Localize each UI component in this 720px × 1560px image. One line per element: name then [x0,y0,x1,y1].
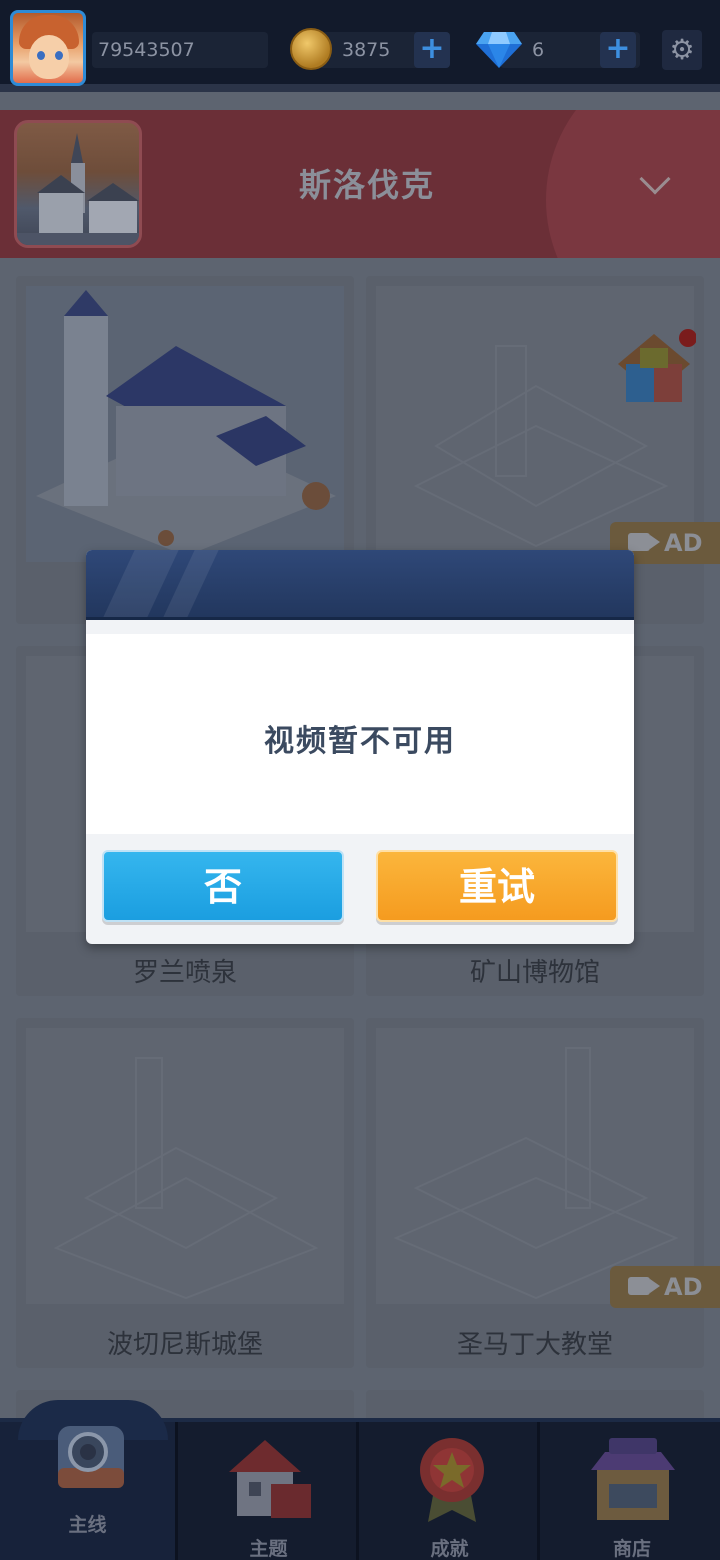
avatar-face [29,35,69,79]
dialog-header [86,550,634,620]
avatar-eye [55,51,63,60]
theme-house-icon [229,1440,311,1518]
level-card[interactable]: 圣马丁大教堂 [366,1018,704,1368]
top-bar: 79543507 3875 + 6 + ⚙ [0,0,720,92]
level-name: 矿山博物馆 [469,958,600,988]
sketch-cathedral-illustration [376,1028,694,1304]
home-nav-icon [58,1426,124,1488]
nav-item-shop[interactable]: 商店 [543,1422,720,1560]
settings-button[interactable]: ⚙ [662,30,702,70]
gem-icon [476,32,522,68]
region-thumbnail [14,120,142,248]
nav-label: 主题 [249,1538,288,1560]
ad-label: AD [664,529,703,557]
avatar[interactable] [10,10,86,86]
ad-badge[interactable]: AD [610,1266,720,1308]
region-title: 斯洛伐克 [298,166,435,204]
nav-item-achievement[interactable]: 成就 [362,1422,540,1560]
nav-item-theme[interactable]: 主题 [181,1422,359,1560]
nav-label: 主线 [68,1514,107,1536]
ad-label: AD [664,1273,703,1301]
nav-label: 成就 [430,1538,469,1560]
level-name: 圣马丁大教堂 [456,1330,613,1360]
blue-church-illustration [26,286,344,562]
achievement-medal-icon [420,1438,484,1522]
level-card[interactable]: 波切尼斯城堡 [16,1018,354,1368]
avatar-eye [37,51,45,60]
region-banner[interactable]: 斯洛伐克 [0,110,720,258]
video-camera-icon [628,533,660,551]
no-button[interactable]: 否 [102,850,344,922]
nav-label: 商店 [612,1538,651,1560]
user-id: 79543507 [92,32,268,68]
nav-item-main[interactable]: 主线 [0,1400,178,1560]
video-camera-icon [628,1277,660,1295]
gem-value: 6 [532,39,545,61]
retry-button[interactable]: 重试 [376,850,618,922]
coin-value: 3875 [342,39,391,61]
video-unavailable-dialog: 视频暂不可用 否 重试 [86,550,634,944]
level-image [26,1028,344,1304]
add-coins-button[interactable]: + [414,32,450,68]
add-gems-button[interactable]: + [600,32,636,68]
gear-icon: ⚙ [669,33,695,66]
coin-icon [290,28,332,70]
dialog-body: 视频暂不可用 [86,634,634,834]
level-image [376,1028,694,1304]
level-image [26,286,344,562]
level-name: 罗兰喷泉 [132,958,237,988]
bottom-navigation: 主线 主题 成就 商店 [0,1400,720,1560]
castle-town-illustration [17,133,139,245]
shop-icon [591,1438,675,1520]
level-name: 波切尼斯城堡 [106,1330,263,1360]
puzzle-icon[interactable] [612,328,696,408]
sketch-castle-illustration [26,1028,344,1304]
dialog-message: 视频暂不可用 [264,724,456,759]
banner-decoration [546,110,720,258]
